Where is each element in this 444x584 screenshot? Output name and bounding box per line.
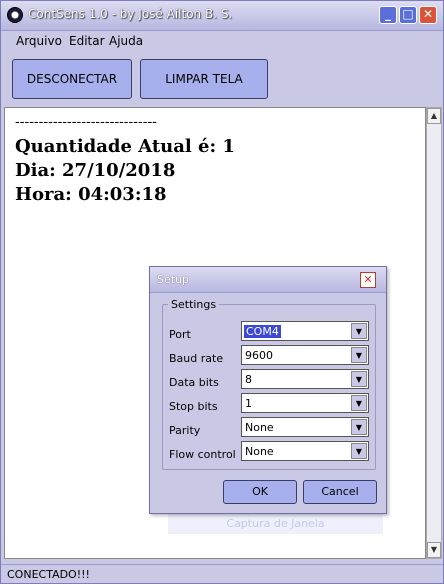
window-title: ContSens 1.0 - by José Ailton B. S. xyxy=(28,7,233,21)
scroll-up-icon[interactable]: ▲ xyxy=(427,108,441,124)
vertical-scrollbar[interactable]: ▲ ▼ xyxy=(426,107,442,559)
minimize-icon: _ xyxy=(385,7,391,21)
parity-label: Parity xyxy=(169,424,201,437)
cancel-button[interactable]: Cancel xyxy=(303,480,377,504)
clear-screen-button[interactable]: LIMPAR TELA xyxy=(140,59,268,99)
dialog-title: Setup xyxy=(157,273,190,286)
minimize-button[interactable]: _ xyxy=(379,6,397,24)
menu-editar[interactable]: Editar xyxy=(69,34,105,48)
data-bits-value: 8 xyxy=(245,373,252,386)
baud-rate-select[interactable]: 9600 ▼ xyxy=(241,345,369,365)
title-bar[interactable]: ContSens 1.0 - by José Ailton B. S. _ □ … xyxy=(1,1,443,31)
close-icon: ✕ xyxy=(363,273,373,286)
dialog-close-button[interactable]: ✕ xyxy=(360,272,376,288)
baud-rate-value: 9600 xyxy=(245,349,273,362)
scroll-down-icon[interactable]: ▼ xyxy=(427,542,441,558)
status-bar: CONECTADO!!! xyxy=(1,564,443,583)
settings-group-label: Settings xyxy=(168,298,220,311)
chevron-down-icon[interactable]: ▼ xyxy=(351,371,367,387)
disconnect-button[interactable]: DESCONECTAR xyxy=(12,59,132,99)
dialog-title-bar[interactable]: Setup ✕ xyxy=(150,267,386,293)
data-bits-label: Data bits xyxy=(169,376,219,389)
stop-bits-value: 1 xyxy=(245,397,252,410)
chevron-down-icon[interactable]: ▼ xyxy=(351,443,367,459)
status-text: CONECTADO!!! xyxy=(7,568,90,581)
port-value: COM4 xyxy=(243,324,282,339)
parity-value: None xyxy=(245,421,274,434)
maximize-button[interactable]: □ xyxy=(399,6,417,24)
ok-button[interactable]: OK xyxy=(223,480,297,504)
log-separator: ------------------------------ xyxy=(15,114,157,130)
setup-dialog: Setup ✕ Settings Port COM4 ▼ Baud rate 9… xyxy=(149,266,387,514)
chevron-down-icon[interactable]: ▼ xyxy=(351,323,367,339)
log-date: Dia: 27/10/2018 xyxy=(15,160,176,181)
menu-ajuda[interactable]: Ajuda xyxy=(109,34,143,48)
stop-bits-label: Stop bits xyxy=(169,400,218,413)
ghost-tooltip: Captura de Janela xyxy=(168,514,383,534)
baud-rate-label: Baud rate xyxy=(169,352,224,365)
flow-control-value: None xyxy=(245,445,274,458)
chevron-down-icon[interactable]: ▼ xyxy=(351,347,367,363)
flow-control-label: Flow control xyxy=(169,448,236,461)
maximize-icon: □ xyxy=(402,7,414,21)
app-icon xyxy=(7,7,23,23)
stop-bits-select[interactable]: 1 ▼ xyxy=(241,393,369,413)
chevron-down-icon[interactable]: ▼ xyxy=(351,395,367,411)
close-icon: ✕ xyxy=(422,7,434,21)
log-time: Hora: 04:03:18 xyxy=(15,184,167,205)
data-bits-select[interactable]: 8 ▼ xyxy=(241,369,369,389)
port-select[interactable]: COM4 ▼ xyxy=(241,321,369,341)
menu-arquivo[interactable]: Arquivo xyxy=(16,34,62,48)
log-quantity: Quantidade Atual é: 1 xyxy=(15,136,235,157)
close-button[interactable]: ✕ xyxy=(419,6,437,24)
parity-select[interactable]: None ▼ xyxy=(241,417,369,437)
chevron-down-icon[interactable]: ▼ xyxy=(351,419,367,435)
flow-control-select[interactable]: None ▼ xyxy=(241,441,369,461)
menu-bar: Arquivo Editar Ajuda xyxy=(1,31,443,51)
port-label: Port xyxy=(169,328,191,341)
